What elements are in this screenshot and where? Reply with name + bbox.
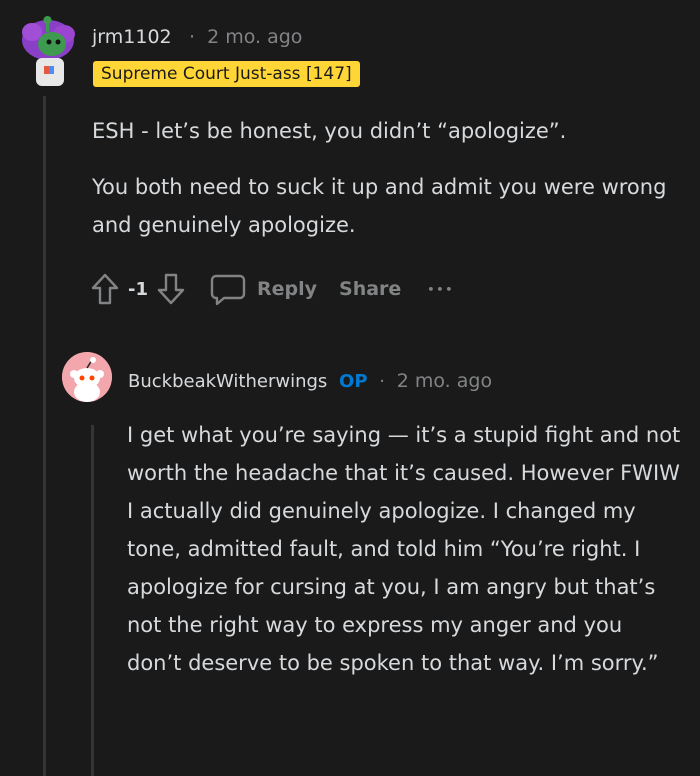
meta-separator: ·: [189, 26, 196, 48]
default-snoo-avatar-image: [62, 352, 112, 402]
thread-line-comment1[interactable]: [43, 96, 46, 776]
ellipsis-icon: •••: [427, 282, 455, 296]
avatar[interactable]: [62, 352, 112, 402]
share-label: Share: [339, 278, 402, 300]
comment-paragraph: I get what you’re saying — it’s a stupid…: [127, 423, 681, 675]
meta-separator: ·: [379, 371, 386, 392]
more-options-button[interactable]: •••: [427, 283, 454, 296]
upvote-button[interactable]: [90, 272, 120, 306]
thread-line-comment2[interactable]: [91, 425, 94, 776]
comment-author[interactable]: BuckbeakWitherwings: [128, 371, 327, 392]
comment-body: ESH - let’s be honest, you didn’t “apolo…: [92, 112, 682, 244]
comment-timestamp[interactable]: 2 mo. ago: [207, 26, 302, 48]
snoo-avatar-image: [22, 16, 75, 86]
reply-button[interactable]: Reply: [210, 272, 317, 306]
share-button[interactable]: Share: [339, 278, 401, 300]
comment-author[interactable]: jrm1102: [92, 26, 172, 48]
vote-score: -1: [128, 278, 148, 300]
comment-actions: -1 Reply Share •••: [90, 272, 454, 306]
reply-meta-line: BuckbeakWitherwings OP · 2 mo. ago: [128, 370, 492, 392]
comment-timestamp[interactable]: 2 mo. ago: [397, 370, 492, 392]
comment-paragraph: You both need to suck it up and admit yo…: [92, 175, 667, 237]
comment-body: I get what you’re saying — it’s a stupid…: [127, 416, 682, 682]
reply-label: Reply: [257, 278, 318, 300]
speech-bubble-icon: [210, 274, 246, 306]
downvote-button[interactable]: [156, 272, 186, 306]
comment-paragraph: ESH - let’s be honest, you didn’t “apolo…: [92, 119, 567, 143]
comment-meta: · 2 mo. ago: [189, 26, 302, 48]
op-badge: OP: [339, 371, 368, 392]
arrow-up-icon: [91, 273, 119, 305]
user-flair: Supreme Court Just-ass [147]: [93, 61, 360, 87]
avatar[interactable]: [18, 14, 78, 90]
arrow-down-icon: [157, 273, 185, 305]
